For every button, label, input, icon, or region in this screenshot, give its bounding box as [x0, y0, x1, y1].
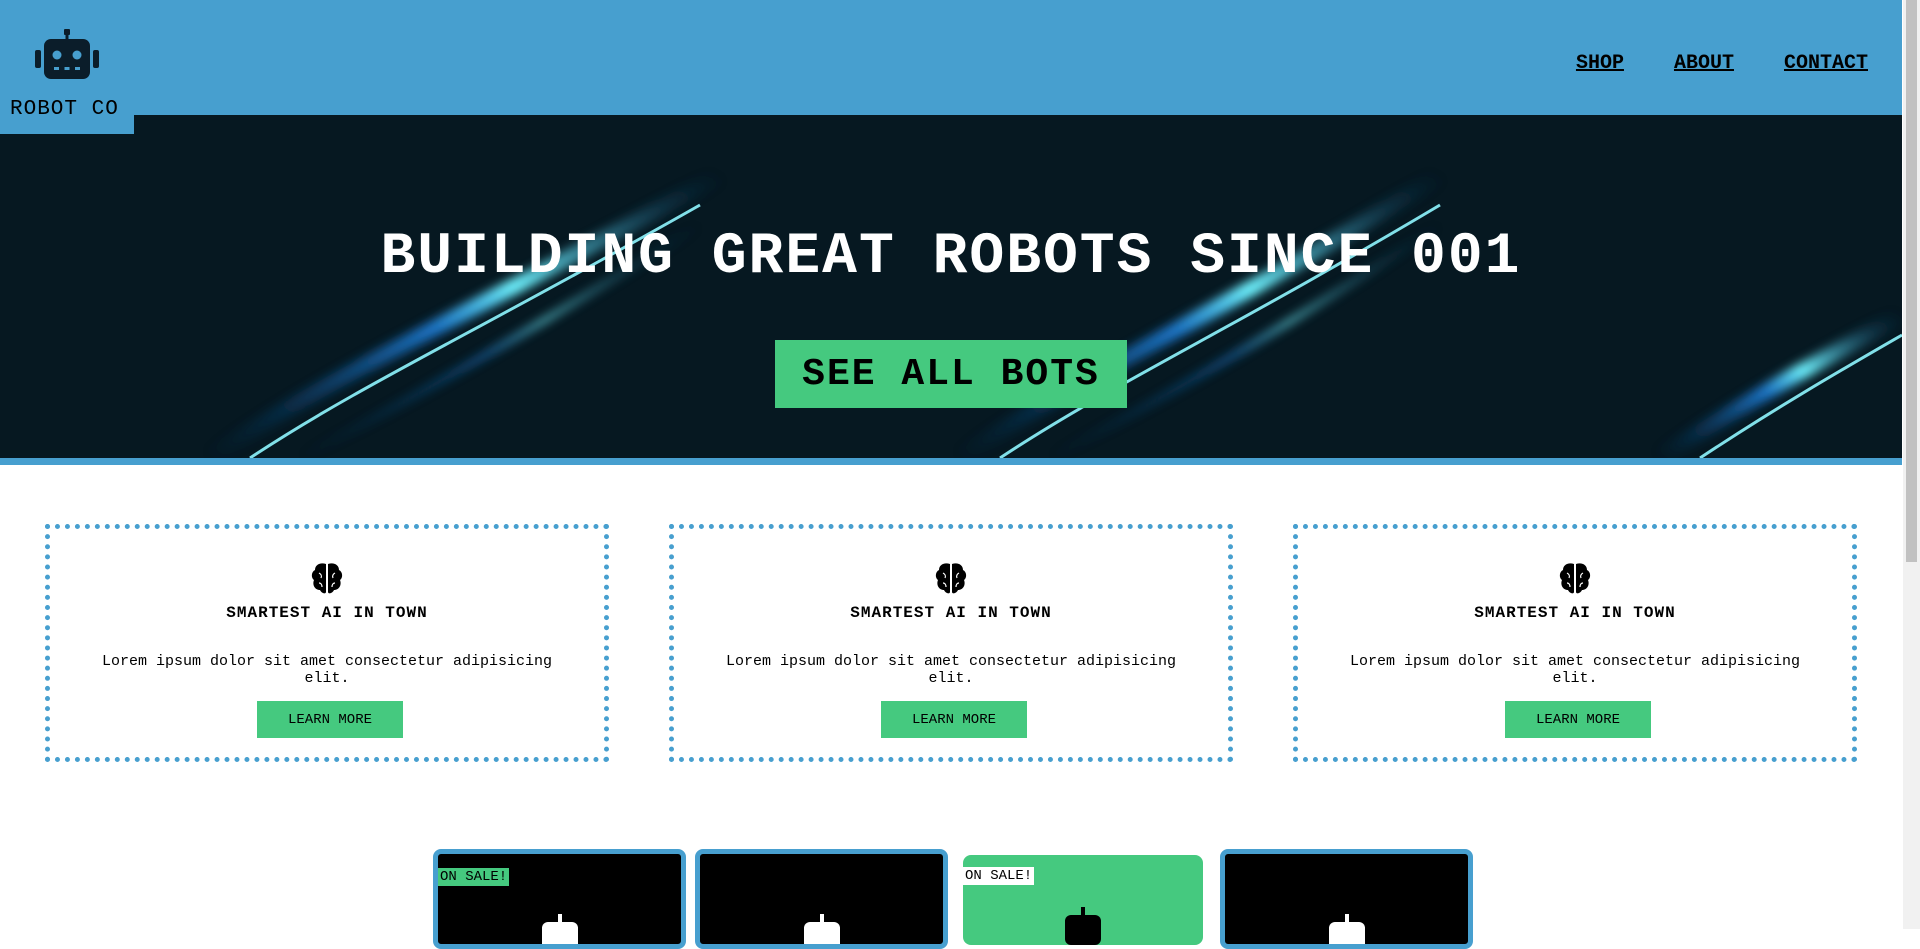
feature-description: Lorem ipsum dolor sit amet consectetur a… [101, 653, 553, 687]
brain-icon [935, 563, 967, 594]
feature-card: SMARTEST AI IN TOWN Lorem ipsum dolor si… [45, 524, 609, 762]
feature-card: SMARTEST AI IN TOWN Lorem ipsum dolor si… [669, 524, 1233, 762]
nav-about[interactable]: ABOUT [1674, 52, 1734, 75]
brain-icon [1559, 563, 1591, 594]
learn-more-button[interactable]: LEARN MORE [881, 701, 1027, 738]
feature-title: SMARTEST AI IN TOWN [1474, 604, 1676, 622]
robot-icon [35, 29, 99, 79]
feature-title: SMARTEST AI IN TOWN [850, 604, 1052, 622]
nav-shop[interactable]: SHOP [1576, 52, 1624, 75]
hero-divider [0, 458, 1902, 465]
feature-description: Lorem ipsum dolor sit amet consectetur a… [1349, 653, 1801, 687]
product-card[interactable] [695, 849, 948, 949]
hero-title: BUILDING GREAT ROBOTS SINCE 001 [380, 225, 1522, 290]
robot-icon [1065, 907, 1101, 945]
robot-icon [803, 914, 840, 944]
on-sale-badge: ON SALE! [963, 867, 1035, 885]
scrollbar-thumb[interactable] [1906, 0, 1917, 562]
learn-more-button[interactable]: LEARN MORE [257, 701, 403, 738]
on-sale-badge: ON SALE! [438, 868, 510, 886]
nav-contact[interactable]: CONTACT [1784, 52, 1868, 75]
robot-icon [1328, 914, 1365, 944]
robot-icon [541, 914, 578, 944]
feature-title: SMARTEST AI IN TOWN [226, 604, 428, 622]
product-card[interactable]: ON SALE! [963, 855, 1203, 945]
main-nav: SHOP ABOUT CONTACT [1576, 52, 1868, 75]
brand-name: ROBOT CO [10, 98, 119, 121]
see-all-bots-button[interactable]: SEE ALL BOTS [775, 340, 1127, 408]
brand-logo[interactable]: ROBOT CO [0, 0, 134, 134]
brain-icon [311, 563, 343, 594]
product-card[interactable] [1220, 849, 1473, 949]
learn-more-button[interactable]: LEARN MORE [1505, 701, 1651, 738]
feature-card: SMARTEST AI IN TOWN Lorem ipsum dolor si… [1293, 524, 1857, 762]
product-card[interactable]: ON SALE! [433, 849, 686, 949]
page-scrollbar[interactable] [1903, 0, 1920, 929]
feature-description: Lorem ipsum dolor sit amet consectetur a… [725, 653, 1177, 687]
